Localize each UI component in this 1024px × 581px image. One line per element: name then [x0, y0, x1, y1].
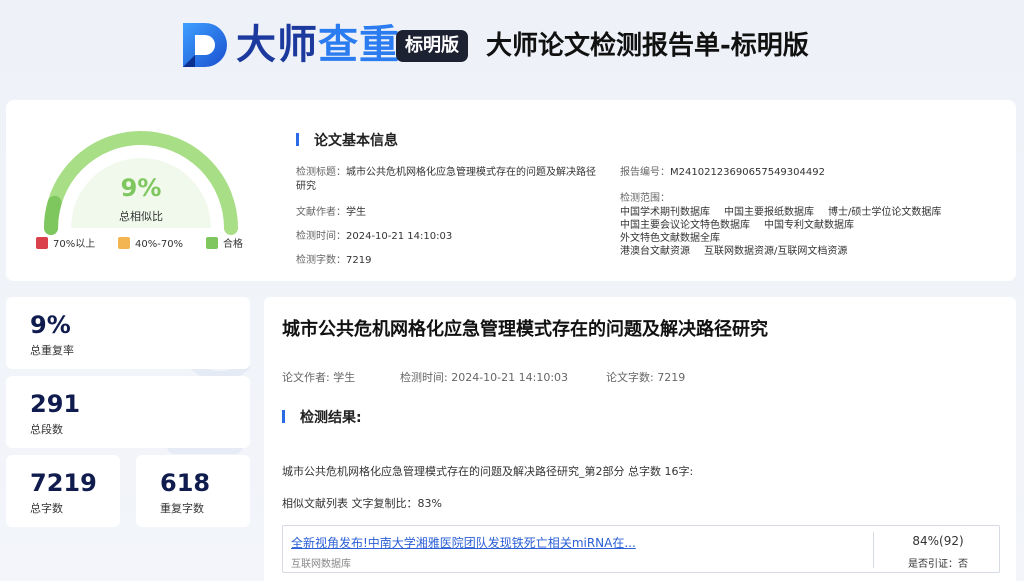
stat-card-duplicate-words: 618 重复字数	[136, 455, 250, 527]
stat-value: 291	[30, 390, 81, 418]
result-item: 全新视角发布!中南大学湘雅医院团队发现铁死亡相关miRNA在... 互联网数据库…	[282, 525, 1000, 573]
edition-badge: 标明版	[396, 30, 468, 62]
paper-title: 城市公共危机网格化应急管理模式存在的问题及解决路径研究	[282, 319, 768, 340]
result-percent: 84%(92)	[912, 534, 964, 548]
result-section-title: 检测结果:	[282, 407, 362, 427]
meta-time: 检测时间: 2024-10-21 14:10:03	[400, 371, 569, 384]
legend-swatch-green	[206, 237, 218, 249]
brand-name: 大师查重	[236, 22, 400, 68]
detection-result-panel: 城市公共危机网格化应急管理模式存在的问题及解决路径研究 论文作者: 学生 检测时…	[264, 297, 1016, 581]
similar-list-summary: 相似文献列表 文字复制比：83%	[282, 497, 442, 510]
legend-swatch-orange	[118, 237, 130, 249]
stat-value: 7219	[30, 469, 97, 497]
stat-label: 总段数	[30, 423, 63, 436]
stat-card-total-paragraphs: 291 总段数	[6, 376, 250, 448]
scope-db: 博士/硕士学位论文数据库	[828, 207, 942, 218]
result-source: 互联网数据库	[291, 559, 351, 570]
stat-label: 重复字数	[160, 502, 204, 515]
scope-db: 外文特色文献数据全库	[620, 233, 720, 244]
scope-db: 中国主要会议论文特色数据库	[620, 220, 750, 231]
scope-db: 中国学术期刊数据库	[620, 207, 710, 218]
scope-db: 中国主要报纸数据库	[724, 207, 814, 218]
info-time-row: 检测时间：2024-10-21 14:10:03	[296, 231, 453, 242]
meta-author: 论文作者: 学生	[282, 371, 356, 384]
info-title-row: 检测标题：城市公共危机网格化应急管理模式存在的问题及解决路径 研究	[296, 167, 596, 192]
stat-card-total-words: 7219 总字数	[6, 455, 120, 527]
info-author-row: 文献作者：学生	[296, 207, 366, 218]
similarity-label: 总相似比	[119, 210, 163, 223]
legend-swatch-red	[36, 237, 48, 249]
stat-card-total-rate: 9% 总重复率	[6, 297, 250, 369]
basic-info-title: 论文基本信息	[296, 130, 398, 150]
result-link[interactable]: 全新视角发布!中南大学湘雅医院团队发现铁死亡相关miRNA在...	[291, 534, 636, 551]
gauge-legend: 70%以上 40%-70% 合格	[36, 237, 266, 253]
legend-mid: 40%-70%	[118, 237, 183, 253]
brand-logo-icon	[183, 23, 227, 67]
stat-value: 618	[160, 469, 211, 497]
report-title: 大师论文检测报告单-标明版	[486, 31, 809, 61]
info-report-no-row: 报告编号：M24102123690657549304492	[620, 167, 825, 178]
stat-value: 9%	[30, 311, 71, 339]
similarity-value: 9%	[120, 174, 162, 202]
legend-high: 70%以上	[36, 237, 95, 253]
report-header: 大师查重 标明版 大师论文检测报告单-标明版	[0, 0, 1024, 96]
legend-pass: 合格	[206, 237, 243, 253]
scope-db: 互联网数据资源/互联网文档资源	[704, 246, 848, 257]
basic-info-card: 9% 总相似比 70%以上 40%-70% 合格 论文基本信息 检测标题：城市公…	[6, 100, 1016, 281]
stat-label: 总重复率	[30, 344, 74, 357]
scope-db: 港澳台文献资源	[620, 246, 690, 257]
part-summary: 城市公共危机网格化应急管理模式存在的问题及解决路径研究_第2部分 总字数 16字…	[282, 465, 694, 478]
scope-db: 中国专利文献数据库	[764, 220, 854, 231]
scope-database-list: 中国学术期刊数据库 中国主要报纸数据库 博士/硕士学位论文数据库 中国主要会议论文特…	[620, 206, 980, 258]
result-divider	[873, 532, 874, 568]
info-words-row: 检测字数：7219	[296, 255, 372, 266]
stat-label: 总字数	[30, 502, 63, 515]
meta-words: 论文字数: 7219	[606, 371, 686, 384]
info-scope-key: 检测范围：	[620, 193, 670, 204]
result-cited: 是否引证：否	[908, 559, 968, 570]
